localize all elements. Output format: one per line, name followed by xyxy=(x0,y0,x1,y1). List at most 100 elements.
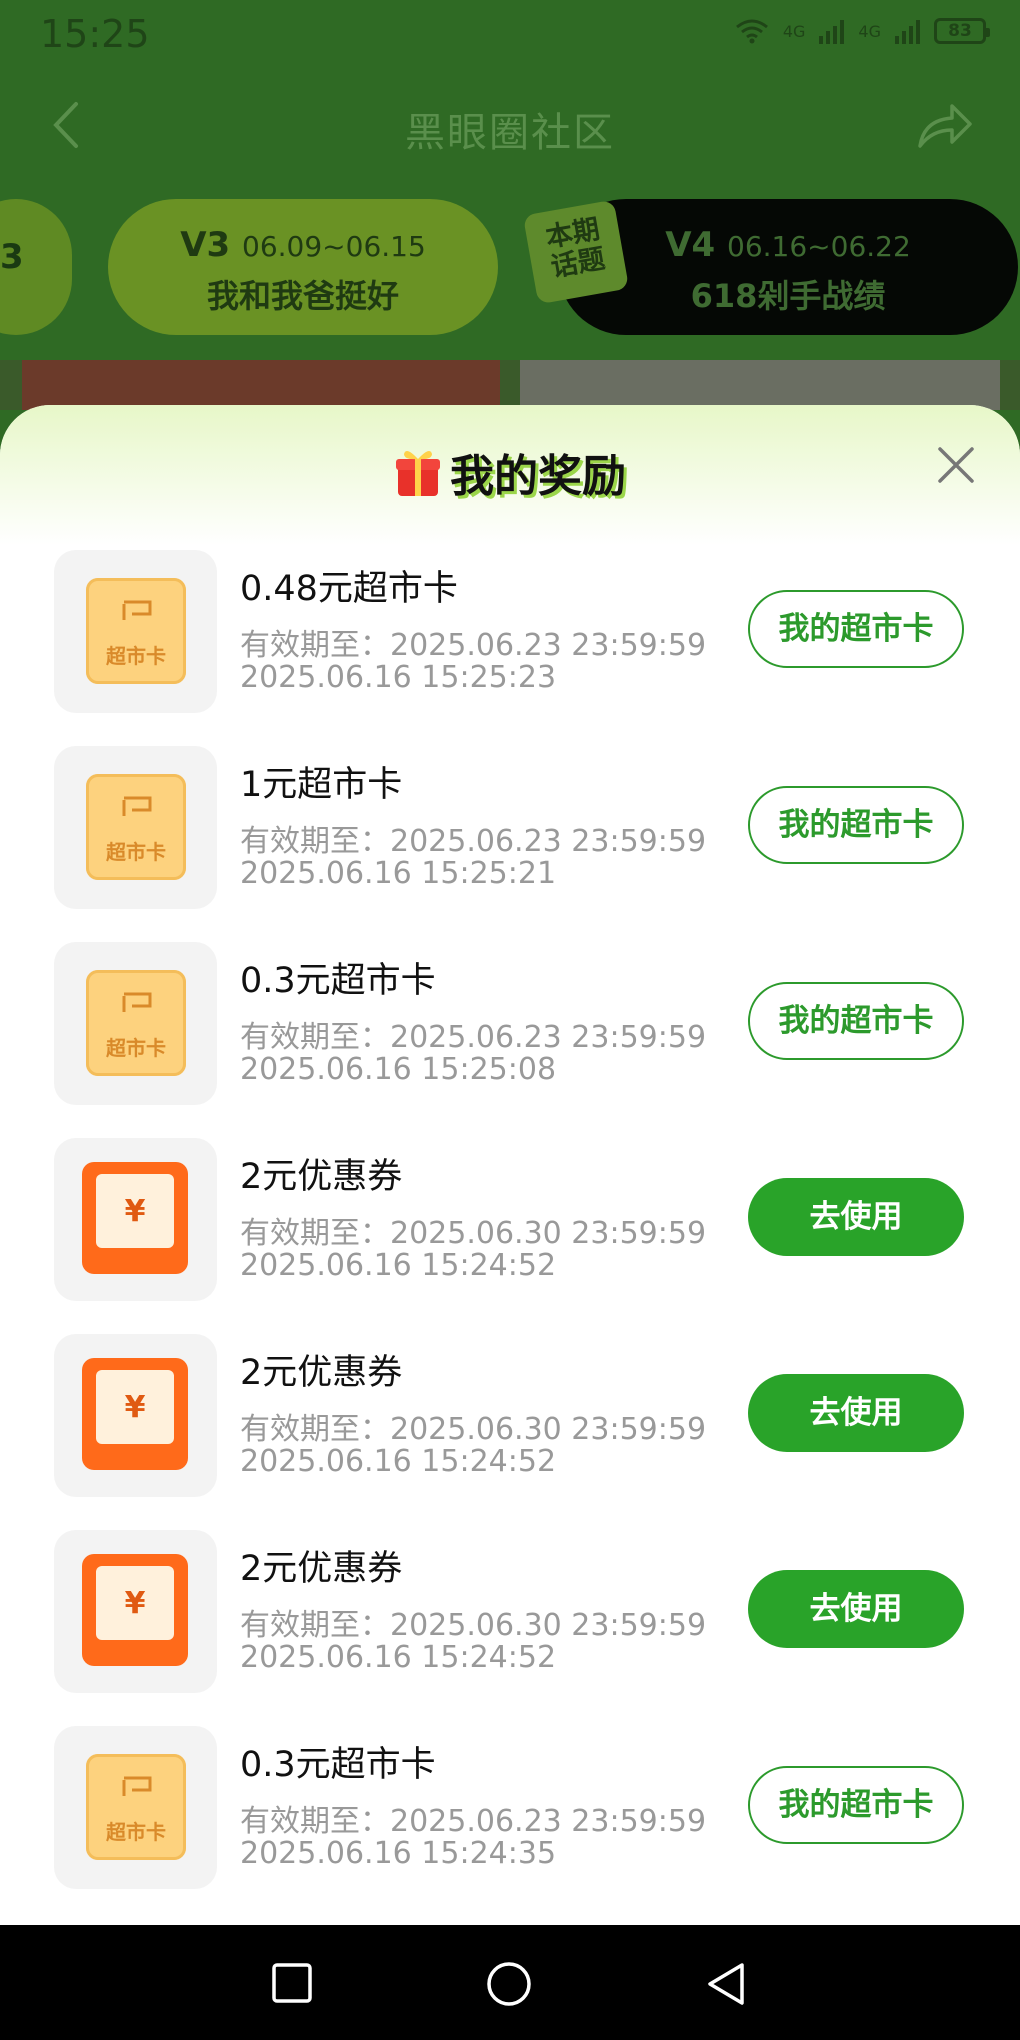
reward-thumbnail: ¥ xyxy=(54,1530,217,1693)
my-supermarket-card-button[interactable]: 我的超市卡 xyxy=(748,1766,964,1844)
share-icon[interactable] xyxy=(916,100,974,150)
coupon-ticket: ¥ xyxy=(96,1370,174,1444)
reward-expiry: 有效期至：2025.06.23 23:59:59 xyxy=(240,1020,707,1055)
close-icon[interactable] xyxy=(936,445,976,485)
card-slot-icon xyxy=(122,600,152,620)
yen-symbol: ¥ xyxy=(124,1390,146,1425)
tab-v3-topic: 我和我爸挺好 xyxy=(206,277,399,315)
status-icons: 4G 4G 83 xyxy=(735,18,990,44)
system-nav-bar xyxy=(0,1925,1020,2040)
supermarket-card-label: 超市卡 xyxy=(106,840,166,864)
current-topic-badge: 本期 话题 xyxy=(522,199,630,305)
reward-name: 0.48元超市卡 xyxy=(240,569,458,609)
feed-image-1 xyxy=(22,360,500,410)
reward-item: ¥ 2元优惠券 有效期至：2025.06.30 23:59:59 2025.06… xyxy=(0,1138,1020,1334)
reward-item: ¥ 2元优惠券 有效期至：2025.06.30 23:59:59 2025.06… xyxy=(0,1530,1020,1726)
signal-icon-1 xyxy=(819,18,845,44)
tab-v3-code: V3 xyxy=(180,225,231,265)
gift-icon xyxy=(396,450,440,496)
reward-thumbnail: ¥ xyxy=(54,1334,217,1497)
supermarket-card-icon: 超市卡 xyxy=(86,1754,186,1860)
reward-date: 2025.06.16 15:24:52 xyxy=(240,1444,557,1479)
coupon-ticket: ¥ xyxy=(96,1566,174,1640)
my-supermarket-card-button[interactable]: 我的超市卡 xyxy=(748,786,964,864)
card-slot-icon xyxy=(122,992,152,1012)
card-slot-icon xyxy=(122,1776,152,1796)
reward-name: 2元优惠券 xyxy=(240,1353,403,1393)
reward-item: ¥ 2元优惠券 有效期至：2025.06.30 23:59:59 2025.06… xyxy=(0,1334,1020,1530)
reward-date: 2025.06.16 15:24:52 xyxy=(240,1640,557,1675)
reward-name: 1元超市卡 xyxy=(240,765,403,805)
reward-item: 超市卡 0.3元超市卡 有效期至：2025.06.23 23:59:59 202… xyxy=(0,942,1020,1138)
tab-previous[interactable]: 3 xyxy=(0,199,72,335)
reward-expiry: 有效期至：2025.06.30 23:59:59 xyxy=(240,1216,707,1251)
feed-image-2 xyxy=(520,360,1000,410)
my-supermarket-card-button[interactable]: 我的超市卡 xyxy=(748,982,964,1060)
background-feed xyxy=(0,360,1020,410)
reward-date: 2025.06.16 15:24:35 xyxy=(240,1836,557,1871)
reward-expiry: 有效期至：2025.06.30 23:59:59 xyxy=(240,1608,707,1643)
supermarket-card-label: 超市卡 xyxy=(106,1820,166,1844)
wifi-icon xyxy=(735,19,768,44)
reward-date: 2025.06.16 15:24:52 xyxy=(240,1248,557,1283)
reward-name: 2元优惠券 xyxy=(240,1549,403,1589)
recent-apps-icon[interactable] xyxy=(270,1961,314,2005)
tab-v3-dates: 06.09~06.15 xyxy=(242,230,426,263)
tab-v4-header: V4 06.16~06.22 xyxy=(558,225,1018,265)
reward-item: 超市卡 0.3元超市卡 有效期至：2025.06.23 23:59:59 202… xyxy=(0,1726,1020,1922)
reward-thumbnail: 超市卡 xyxy=(54,746,217,909)
yen-symbol: ¥ xyxy=(124,1194,146,1229)
reward-thumbnail: ¥ xyxy=(54,1138,217,1301)
use-coupon-button[interactable]: 去使用 xyxy=(748,1570,964,1648)
coupon-icon: ¥ xyxy=(82,1358,188,1470)
tab-v4-code: V4 xyxy=(665,225,716,265)
sheet-title-text: 我的奖励 xyxy=(450,451,626,502)
rewards-sheet: 我的奖励 超市卡 0.48元超市卡 有效期至：2025.06.23 23:59:… xyxy=(0,405,1020,1925)
reward-thumbnail: 超市卡 xyxy=(54,942,217,1105)
reward-expiry: 有效期至：2025.06.23 23:59:59 xyxy=(240,628,707,663)
use-coupon-button[interactable]: 去使用 xyxy=(748,1178,964,1256)
coupon-icon: ¥ xyxy=(82,1554,188,1666)
reward-item: 超市卡 0.48元超市卡 有效期至：2025.06.23 23:59:59 20… xyxy=(0,550,1020,746)
battery-level: 83 xyxy=(948,21,972,41)
use-coupon-button[interactable]: 去使用 xyxy=(748,1374,964,1452)
reward-date: 2025.06.16 15:25:23 xyxy=(240,660,557,695)
page-header: 黑眼圈社区 xyxy=(0,70,1020,185)
supermarket-card-icon: 超市卡 xyxy=(86,774,186,880)
reward-date: 2025.06.16 15:25:08 xyxy=(240,1052,557,1087)
reward-expiry: 有效期至：2025.06.30 23:59:59 xyxy=(240,1412,707,1447)
reward-name: 2元优惠券 xyxy=(240,1157,403,1197)
coupon-icon: ¥ xyxy=(82,1162,188,1274)
supermarket-card-icon: 超市卡 xyxy=(86,970,186,1076)
rewards-list: 超市卡 0.48元超市卡 有效期至：2025.06.23 23:59:59 20… xyxy=(0,550,1020,1922)
reward-item: 超市卡 1元超市卡 有效期至：2025.06.23 23:59:59 2025.… xyxy=(0,746,1020,942)
reward-name: 0.3元超市卡 xyxy=(240,961,436,1001)
supermarket-card-label: 超市卡 xyxy=(106,644,166,668)
supermarket-card-icon: 超市卡 xyxy=(86,578,186,684)
coupon-ticket: ¥ xyxy=(96,1174,174,1248)
my-supermarket-card-button[interactable]: 我的超市卡 xyxy=(748,590,964,668)
home-icon[interactable] xyxy=(486,1961,532,2007)
card-slot-icon xyxy=(122,796,152,816)
back-nav-icon[interactable] xyxy=(704,1961,748,2007)
battery-icon: 83 xyxy=(934,18,990,44)
supermarket-card-label: 超市卡 xyxy=(106,1036,166,1060)
sheet-title: 我的奖励 xyxy=(0,440,1020,504)
tab-v3[interactable]: V3 06.09~06.15 我和我爸挺好 xyxy=(108,199,498,335)
reward-expiry: 有效期至：2025.06.23 23:59:59 xyxy=(240,824,707,859)
status-time: 15:25 xyxy=(40,12,150,56)
yen-symbol: ¥ xyxy=(124,1586,146,1621)
reward-thumbnail: 超市卡 xyxy=(54,550,217,713)
signal-icon-2 xyxy=(895,18,920,44)
network-label-2: 4G xyxy=(858,21,881,41)
page-title: 黑眼圈社区 xyxy=(405,110,615,156)
reward-thumbnail: 超市卡 xyxy=(54,1726,217,1889)
reward-date: 2025.06.16 15:25:21 xyxy=(240,856,557,891)
status-bar: 15:25 4G 4G 83 xyxy=(0,0,1020,70)
topic-tabs: 3 V3 06.09~06.15 我和我爸挺好 V4 06.16~06.22 6… xyxy=(0,185,1020,360)
tab-v4[interactable]: V4 06.16~06.22 618剁手战绩 xyxy=(558,199,1018,335)
reward-name: 0.3元超市卡 xyxy=(240,1745,436,1785)
tab-v4-dates: 06.16~06.22 xyxy=(727,230,911,263)
tab-v3-header: V3 06.09~06.15 xyxy=(108,225,498,265)
tab-previous-label: 3 xyxy=(0,237,24,277)
